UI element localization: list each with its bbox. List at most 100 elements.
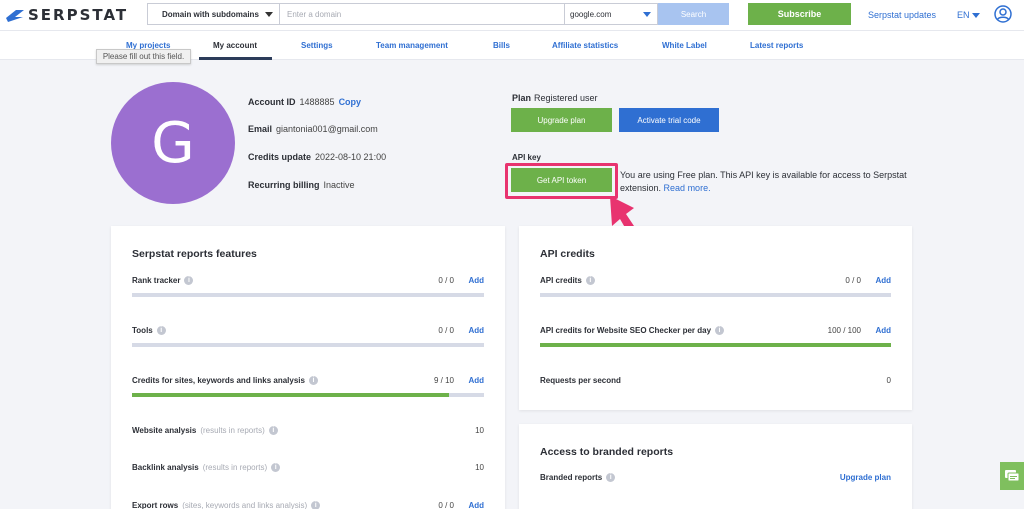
info-icon: i — [585, 276, 595, 285]
info-icon: i — [156, 326, 166, 335]
features-title: Serpstat reports features — [132, 248, 257, 260]
upgrade-plan-button[interactable]: Upgrade plan — [511, 108, 612, 132]
info-icon: i — [311, 501, 321, 509]
row-value: 0 / 0 — [438, 326, 454, 335]
serpstat-logo[interactable]: SERPSTAT — [6, 6, 128, 24]
row-value: 10 — [475, 426, 484, 435]
account-id-value: 1488885 — [299, 97, 335, 107]
credits-update-label: Credits update — [248, 152, 312, 162]
read-more-link[interactable]: Read more. — [664, 183, 711, 193]
info-icon: i — [308, 376, 318, 385]
row-value: 0 / 0 — [845, 276, 861, 285]
row-hint: (results in reports) — [202, 463, 268, 472]
credits-update-row: Credits update 2022-08-10 21:00 — [248, 152, 386, 162]
domain-mode-select[interactable]: Domain with subdomains — [147, 3, 279, 25]
api-key-label: API key — [512, 153, 541, 162]
branded-reports-card: Access to branded reports Branded report… — [519, 424, 912, 509]
row-value: 0 — [886, 376, 891, 385]
info-icon: i — [184, 276, 194, 285]
row-hint: (sites, keywords and links analysis) — [182, 501, 308, 509]
search-engine-select[interactable]: google.com — [565, 3, 658, 25]
active-tab-indicator — [199, 57, 272, 60]
language-value: EN — [957, 10, 970, 20]
list-item: Credits for sites, keywords and links an… — [132, 376, 484, 400]
row-label: Tools — [132, 326, 153, 335]
email-label: Email — [248, 124, 273, 134]
row-label: Backlink analysis — [132, 463, 199, 472]
add-button[interactable]: Add — [468, 501, 484, 509]
credits-update-value: 2022-08-10 21:00 — [315, 152, 387, 162]
progress-bar — [540, 343, 891, 347]
features-card: Serpstat reports features Rank tracker i … — [111, 226, 505, 509]
row-value: 9 / 10 — [433, 376, 454, 385]
row-label: Credits for sites, keywords and links an… — [132, 376, 305, 385]
account-id-row: Account ID 1488885 Copy — [248, 97, 361, 107]
progress-fill — [540, 343, 891, 347]
tab-latest-reports[interactable]: Latest reports — [750, 41, 803, 50]
row-label: Website analysis — [132, 426, 197, 435]
user-account-icon[interactable] — [994, 5, 1012, 23]
chevron-down-icon — [643, 12, 651, 17]
row-label: Export rows — [132, 501, 179, 509]
add-button[interactable]: Add — [875, 276, 891, 285]
list-item: Export rows (sites, keywords and links an… — [132, 501, 484, 509]
logo-text: SERPSTAT — [28, 6, 129, 24]
row-label: Requests per second — [540, 376, 621, 385]
add-button[interactable]: Add — [468, 376, 484, 385]
list-item: Requests per second 0 — [540, 376, 891, 400]
info-icon: i — [268, 426, 278, 435]
top-bar: SERPSTAT Domain with subdomains google.c… — [0, 0, 1024, 30]
activate-trial-button[interactable]: Activate trial code — [619, 108, 719, 132]
billing-value: Inactive — [323, 180, 355, 190]
logo-icon — [6, 10, 24, 22]
row-label: API credits — [540, 276, 582, 285]
plan-value: Registered user — [534, 93, 598, 103]
info-icon: i — [606, 473, 616, 482]
row-hint: (results in reports) — [200, 426, 265, 435]
progress-bar — [132, 293, 484, 297]
email-row: Email giantonia001@gmail.com — [248, 124, 378, 134]
list-item: Website analysis (results in reports) i 10 — [132, 426, 484, 450]
search-engine-value: google.com — [570, 9, 612, 19]
domain-input[interactable] — [279, 3, 565, 25]
tab-team-management[interactable]: Team management — [376, 41, 448, 50]
plan-label: Plan — [512, 93, 532, 103]
info-icon: i — [715, 326, 725, 335]
row-value: 0 / 0 — [438, 501, 454, 509]
chat-icon — [1005, 470, 1020, 482]
row-value: 0 / 0 — [438, 276, 454, 285]
add-button[interactable]: Add — [875, 326, 891, 335]
list-item: API credits for Website SEO Checker per … — [540, 326, 891, 350]
add-button[interactable]: Add — [468, 326, 484, 335]
email-value: giantonia001@gmail.com — [276, 124, 378, 134]
row-value: 10 — [475, 463, 484, 472]
chevron-down-icon — [265, 12, 273, 17]
tab-white-label[interactable]: White Label — [662, 41, 707, 50]
chat-button[interactable] — [1000, 462, 1024, 490]
tab-settings[interactable]: Settings — [301, 41, 333, 50]
info-icon: i — [271, 463, 281, 472]
api-credits-title: API credits — [540, 248, 595, 260]
tab-bills[interactable]: Bills — [493, 41, 510, 50]
domain-mode-value: Domain with subdomains — [162, 9, 259, 19]
subscribe-button[interactable]: Subscribe — [748, 3, 851, 25]
progress-bar — [540, 293, 891, 297]
billing-label: Recurring billing — [248, 180, 320, 190]
add-button[interactable]: Add — [468, 276, 484, 285]
api-credits-card: API credits API credits i 0 / 0 Add API c… — [519, 226, 912, 410]
serpstat-updates-link[interactable]: Serpstat updates — [868, 10, 936, 20]
chevron-down-icon — [971, 12, 980, 18]
row-label: Branded reports — [540, 473, 603, 482]
progress-fill — [132, 393, 449, 397]
api-key-description: You are using Free plan. This API key is… — [620, 169, 920, 195]
list-item: API credits i 0 / 0 Add — [540, 276, 891, 300]
upgrade-plan-link[interactable]: Upgrade plan — [840, 473, 891, 482]
tab-my-account[interactable]: My account — [213, 41, 257, 50]
search-button[interactable]: Search — [658, 3, 729, 25]
tab-affiliate-statistics[interactable]: Affiliate statistics — [552, 41, 618, 50]
progress-bar — [132, 393, 484, 397]
language-select[interactable]: EN — [957, 10, 980, 20]
list-item: Tools i 0 / 0 Add — [132, 326, 484, 350]
avatar: G — [111, 82, 235, 204]
copy-link[interactable]: Copy — [339, 97, 362, 107]
